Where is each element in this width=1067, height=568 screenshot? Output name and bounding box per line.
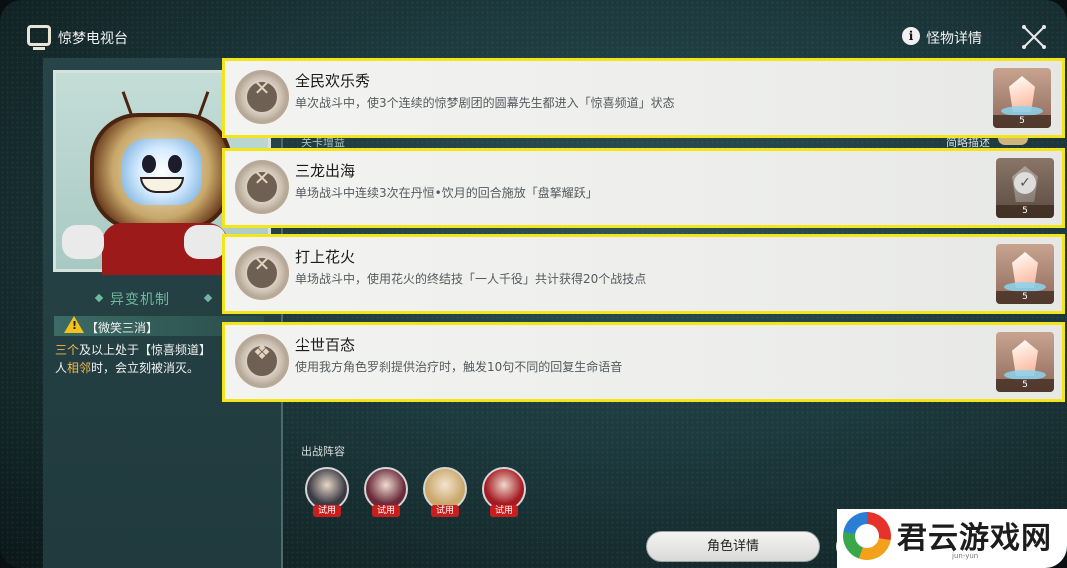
trial-badge: 试用 xyxy=(490,505,518,517)
trial-badge: 试用 xyxy=(372,505,400,517)
challenge-desc: 使用我方角色罗刹提供治疗时，触发10句不同的回复生命语音 xyxy=(295,360,623,374)
watermark-sub: jun-yun xyxy=(952,552,979,560)
challenge-card[interactable]: ✕ 全民欢乐秀 单次战斗中，使3个连续的惊梦剧团的圆幕先生都进入「惊喜频道」状态… xyxy=(222,58,1065,138)
watermark-logo-icon xyxy=(843,512,891,560)
game-screen: 惊梦电视台 i 怪物详情 异变机制 ! 【微笑三消】 三个及以上处于【惊喜频道】… xyxy=(0,0,1067,568)
close-icon[interactable] xyxy=(1021,24,1047,50)
challenge-title: 三龙出海 xyxy=(295,162,356,180)
reward-item[interactable]: 5 xyxy=(996,244,1054,304)
desc-highlight: 三个 xyxy=(55,343,80,357)
top-bar: 惊梦电视台 i 怪物详情 xyxy=(0,0,1067,56)
monster-details-link[interactable]: 怪物详情 xyxy=(926,28,982,48)
mechanic-description: 三个及以上处于【惊喜频道】 人相邻时，会立刻被消灭。 xyxy=(55,341,225,377)
watermark-text: 君云游戏网 xyxy=(897,521,1052,556)
desc-text: 时，会立刻被消灭。 xyxy=(91,361,200,375)
mechanic-name: 【微笑三消】 xyxy=(86,321,159,335)
challenge-title: 全民欢乐秀 xyxy=(295,72,371,90)
challenge-desc: 单场战斗中连续3次在丹恒•饮月的回合施放「盘拏耀跃」 xyxy=(295,186,598,200)
reward-item[interactable]: 5 xyxy=(993,68,1051,128)
reward-count: 5 xyxy=(996,379,1054,392)
app-title: 惊梦电视台 xyxy=(58,31,128,47)
monster-tv-head xyxy=(90,113,232,231)
glove xyxy=(62,225,104,259)
challenge-title: 打上花火 xyxy=(295,248,356,266)
challenge-title: 尘世百态 xyxy=(295,336,356,354)
eye xyxy=(168,155,182,173)
challenge-card[interactable]: ✕ 打上花火 单场战斗中，使用花火的终结技「一人千役」共计获得20个战技点 5 xyxy=(222,234,1065,314)
challenge-card[interactable]: ✕ 三龙出海 单场战斗中连续3次在丹恒•饮月的回合施放「盘拏耀跃」 ✓ 5 xyxy=(222,148,1065,228)
info-icon[interactable]: i xyxy=(902,27,920,45)
tv-icon xyxy=(27,25,51,50)
desc-highlight: 相邻 xyxy=(67,361,92,375)
challenge-emblem-icon: ✕ xyxy=(235,70,289,124)
challenge-desc: 单次战斗中，使3个连续的惊梦剧团的圆幕先生都进入「惊喜频道」状态 xyxy=(295,96,675,110)
reward-item[interactable]: 5 xyxy=(996,332,1054,392)
challenge-emblem-icon: ✕ xyxy=(235,160,289,214)
check-icon: ✓ xyxy=(1014,172,1036,194)
reward-count: 5 xyxy=(993,115,1051,128)
mechanic-title: 异变机制 xyxy=(110,292,170,308)
mouth xyxy=(140,177,184,193)
team-label: 出战阵容 xyxy=(301,445,345,458)
eye xyxy=(142,155,156,173)
challenge-desc: 单场战斗中，使用花火的终结技「一人千役」共计获得20个战技点 xyxy=(295,272,647,286)
reward-item[interactable]: ✓ 5 xyxy=(996,158,1054,218)
challenge-emblem-icon: ✕ xyxy=(235,246,289,300)
trial-badge: 试用 xyxy=(431,505,459,517)
challenge-emblem-icon: ❖ xyxy=(235,334,289,388)
desc-text: 及以上处于【惊喜频道】 xyxy=(79,343,212,357)
monster-face xyxy=(122,139,202,205)
warning-icon: ! xyxy=(64,316,84,333)
trial-badge: 试用 xyxy=(313,505,341,517)
antenna xyxy=(197,91,210,117)
challenge-card[interactable]: ❖ 尘世百态 使用我方角色罗刹提供治疗时，触发10句不同的回复生命语音 5 xyxy=(222,322,1065,402)
character-details-button[interactable]: 角色详情 xyxy=(646,531,820,562)
reward-count: 5 xyxy=(996,291,1054,304)
reward-count: 5 xyxy=(996,205,1054,218)
desc-text: 人 xyxy=(55,361,68,375)
glove xyxy=(184,225,226,259)
